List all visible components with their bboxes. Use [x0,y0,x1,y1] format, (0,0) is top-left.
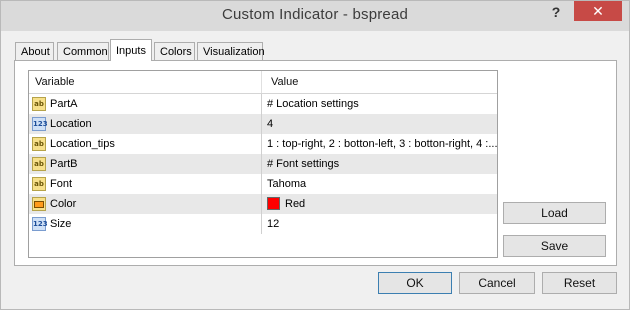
table-row[interactable]: 123 Location 4 [29,114,497,134]
save-button[interactable]: Save [503,235,606,257]
inputs-panel: Variable Value ab PartA # Location settin… [14,60,617,266]
variable-name: Size [50,218,72,230]
help-button[interactable]: ? [542,1,570,23]
table-row[interactable]: 123 Size 12 [29,214,497,234]
value-cell[interactable]: Tahoma [261,174,497,194]
window-title: Custom Indicator - bspread [221,6,409,23]
variable-name: PartB [50,158,78,170]
string-type-icon: ab [32,137,46,151]
color-type-swatch [34,201,44,208]
tab-inputs[interactable]: Inputs [110,39,152,61]
variable-name: Font [50,178,73,190]
variable-name: Location_tips [50,138,115,150]
variable-cell: 123 Size [32,214,71,234]
color-type-icon [32,197,46,211]
tab-visualization[interactable]: Visualization [197,42,265,60]
tab-common[interactable]: Common [57,42,109,60]
variable-cell: Color [32,194,76,214]
close-icon: ✕ [592,3,604,19]
string-type-icon: ab [32,157,46,171]
string-type-icon: ab [32,177,46,191]
string-type-icon: ab [32,97,46,111]
value-cell[interactable]: 12 [261,214,497,234]
color-value-text: Red [285,198,306,210]
column-divider[interactable] [261,71,262,93]
variable-cell: ab Location_tips [32,134,115,154]
table-row[interactable]: ab PartB # Font settings [29,154,497,174]
title-bar[interactable]: Custom Indicator - bspread ? ✕ [1,1,629,31]
variable-cell: ab Font [32,174,72,194]
variable-cell: 123 Location [32,114,92,134]
inputs-grid: Variable Value ab PartA # Location settin… [28,70,498,258]
cancel-button[interactable]: Cancel [459,272,535,294]
value-cell[interactable]: # Location settings [261,94,497,114]
variable-name: Color [50,198,77,210]
reset-button[interactable]: Reset [542,272,617,294]
value-cell[interactable]: 4 [261,114,497,134]
table-row[interactable]: ab Location_tips 1 : top-right, 2 : botto… [29,134,497,154]
column-header-value[interactable]: Value [266,71,298,93]
load-button[interactable]: Load [503,202,606,224]
integer-type-icon: 123 [32,117,48,131]
table-row[interactable]: ab PartA # Location settings [29,94,497,114]
variable-name: Location [50,118,92,130]
variable-cell: ab PartB [32,154,78,174]
close-button[interactable]: ✕ [574,1,622,21]
variable-cell: ab PartA [32,94,78,114]
variable-name: PartA [50,98,78,110]
value-cell[interactable]: 1 : top-right, 2 : botton-left, 3 : bott… [261,134,497,154]
column-header-variable[interactable]: Variable [35,71,75,93]
tab-colors[interactable]: Colors [154,42,195,60]
dialog-window: Custom Indicator - bspread ? ✕ About Com… [0,0,630,310]
integer-type-icon: 123 [32,217,48,231]
tab-about[interactable]: About [15,42,54,60]
table-row[interactable]: Color Red [29,194,497,214]
ok-button[interactable]: OK [378,272,452,294]
color-swatch [267,196,280,210]
table-row[interactable]: ab Font Tahoma [29,174,497,194]
value-cell[interactable]: # Font settings [261,154,497,174]
value-cell[interactable]: Red [261,194,497,214]
grid-header: Variable Value [29,71,497,94]
